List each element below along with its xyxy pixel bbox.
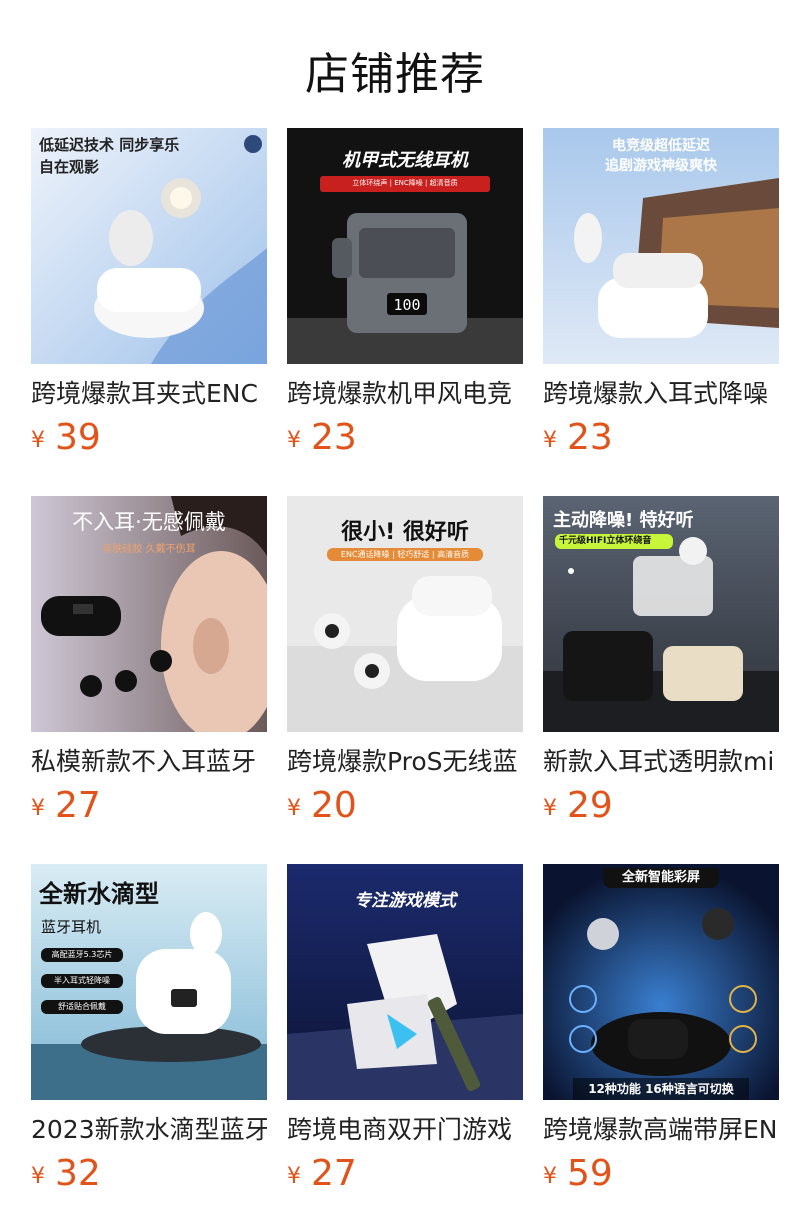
product-name[interactable]: 跨境电商双开门游戏 (287, 1114, 523, 1146)
product-image[interactable]: 低延迟技术 同步享乐 自在观影 (31, 128, 267, 364)
image-caption: 半入耳式轻降噪 (41, 974, 123, 988)
product-name[interactable]: 私模新款不入耳蓝牙 (31, 746, 267, 778)
price-value: 23 (567, 417, 613, 458)
image-caption: 立体环绕声 | ENC降噪 | 超清音质 (352, 179, 458, 187)
product-image[interactable]: 全新水滴型 蓝牙耳机 高配蓝牙5.3芯片 半入耳式轻降噪 舒适贴合佩戴 (31, 864, 267, 1100)
price-value: 39 (55, 417, 101, 458)
price-value: 27 (55, 785, 101, 826)
product-card[interactable]: 主动降噪! 特好听 千元级HIFI立体环绕音 新款入耳式透明款mi ¥29 (543, 496, 779, 864)
currency-symbol: ¥ (287, 1164, 301, 1189)
currency-symbol: ¥ (287, 796, 301, 821)
product-price: ¥23 (543, 418, 779, 464)
product-card[interactable]: 很小! 很好听 ENC通话降噪 | 轻巧舒适 | 高清音质 跨境爆款ProS无线… (287, 496, 523, 864)
page-title: 店铺推荐 (305, 49, 485, 100)
product-name[interactable]: 跨境爆款机甲风电竞 (287, 378, 523, 410)
product-image[interactable]: 专注游戏模式 (287, 864, 523, 1100)
product-image[interactable]: 机甲式无线耳机 立体环绕声 | ENC降噪 | 超清音质 100 (287, 128, 523, 364)
image-caption: 机甲式无线耳机 (342, 150, 468, 171)
price-value: 29 (567, 785, 613, 826)
image-caption: 全新水滴型 (39, 880, 159, 908)
product-image[interactable]: 很小! 很好听 ENC通话降噪 | 轻巧舒适 | 高清音质 (287, 496, 523, 732)
price-value: 27 (311, 1153, 357, 1194)
price-value: 20 (311, 785, 357, 826)
product-name[interactable]: 跨境爆款耳夹式ENC (31, 378, 267, 410)
image-caption: 自在观影 (39, 158, 100, 176)
product-card[interactable]: 机甲式无线耳机 立体环绕声 | ENC降噪 | 超清音质 100 跨境爆款机甲风… (287, 128, 523, 496)
product-name[interactable]: 跨境爆款ProS无线蓝 (287, 746, 523, 778)
image-caption: 千元级HIFI立体环绕音 (555, 534, 673, 549)
currency-symbol: ¥ (287, 428, 301, 453)
product-grid: 低延迟技术 同步享乐 自在观影 跨境爆款耳夹式ENC ¥39 机甲式无线耳机 立… (31, 128, 779, 1232)
product-image[interactable]: 全新智能彩屏 12种功能 16种语言可切换 (543, 864, 779, 1100)
product-image[interactable]: 电竞级超低延迟 追剧游戏神级爽快 (543, 128, 779, 364)
product-card[interactable]: 全新智能彩屏 12种功能 16种语言可切换 跨境爆款高端带屏EN ¥59 (543, 864, 779, 1232)
image-caption: 追剧游戏神级爽快 (605, 158, 717, 174)
product-price: ¥27 (287, 1154, 523, 1200)
product-card[interactable]: 不入耳·无感佩戴 亲肤硅胶 久戴不伤耳 私模新款不入耳蓝牙 ¥27 (31, 496, 267, 864)
product-name[interactable]: 2023新款水滴型蓝牙 (31, 1114, 267, 1146)
image-caption: 舒适贴合佩戴 (41, 1000, 123, 1014)
image-caption: 高配蓝牙5.3芯片 (41, 948, 123, 962)
image-caption: 不入耳·无感佩戴 (72, 510, 226, 534)
currency-symbol: ¥ (543, 1164, 557, 1189)
product-card[interactable]: 专注游戏模式 跨境电商双开门游戏 ¥27 (287, 864, 523, 1232)
image-caption: 电竞级超低延迟 (612, 138, 710, 154)
currency-symbol: ¥ (543, 428, 557, 453)
product-price: ¥23 (287, 418, 523, 464)
image-caption: 很小! 很好听 (341, 520, 469, 545)
product-price: ¥59 (543, 1154, 779, 1200)
image-caption: ENC通话降噪 | 轻巧舒适 | 高清音质 (327, 548, 483, 561)
product-card[interactable]: 低延迟技术 同步享乐 自在观影 跨境爆款耳夹式ENC ¥39 (31, 128, 267, 496)
product-card[interactable]: 电竞级超低延迟 追剧游戏神级爽快 跨境爆款入耳式降噪 ¥23 (543, 128, 779, 496)
currency-symbol: ¥ (31, 796, 45, 821)
product-name[interactable]: 跨境爆款高端带屏EN (543, 1114, 779, 1146)
image-caption: 全新智能彩屏 (603, 868, 719, 888)
product-price: ¥20 (287, 786, 523, 832)
image-caption: 主动降噪! 特好听 (553, 510, 694, 531)
product-name[interactable]: 跨境爆款入耳式降噪 (543, 378, 779, 410)
image-caption: 100 (393, 296, 421, 314)
product-price: ¥39 (31, 418, 267, 464)
product-card[interactable]: 全新水滴型 蓝牙耳机 高配蓝牙5.3芯片 半入耳式轻降噪 舒适贴合佩戴 2023… (31, 864, 267, 1232)
product-price: ¥27 (31, 786, 267, 832)
currency-symbol: ¥ (543, 796, 557, 821)
product-name[interactable]: 新款入耳式透明款mi (543, 746, 779, 778)
product-price: ¥29 (543, 786, 779, 832)
price-value: 59 (567, 1153, 613, 1194)
price-value: 23 (311, 417, 357, 458)
currency-symbol: ¥ (31, 428, 45, 453)
image-caption: 专注游戏模式 (354, 891, 456, 911)
image-caption: 低延迟技术 同步享乐 (39, 136, 180, 154)
image-caption: 蓝牙耳机 (41, 918, 102, 936)
product-price: ¥32 (31, 1154, 267, 1200)
image-caption: 亲肤硅胶 久戴不伤耳 (102, 544, 196, 555)
product-image[interactable]: 不入耳·无感佩戴 亲肤硅胶 久戴不伤耳 (31, 496, 267, 732)
currency-symbol: ¥ (31, 1164, 45, 1189)
price-value: 32 (55, 1153, 101, 1194)
image-caption: 12种功能 16种语言可切换 (588, 1082, 734, 1096)
product-image[interactable]: 主动降噪! 特好听 千元级HIFI立体环绕音 (543, 496, 779, 732)
